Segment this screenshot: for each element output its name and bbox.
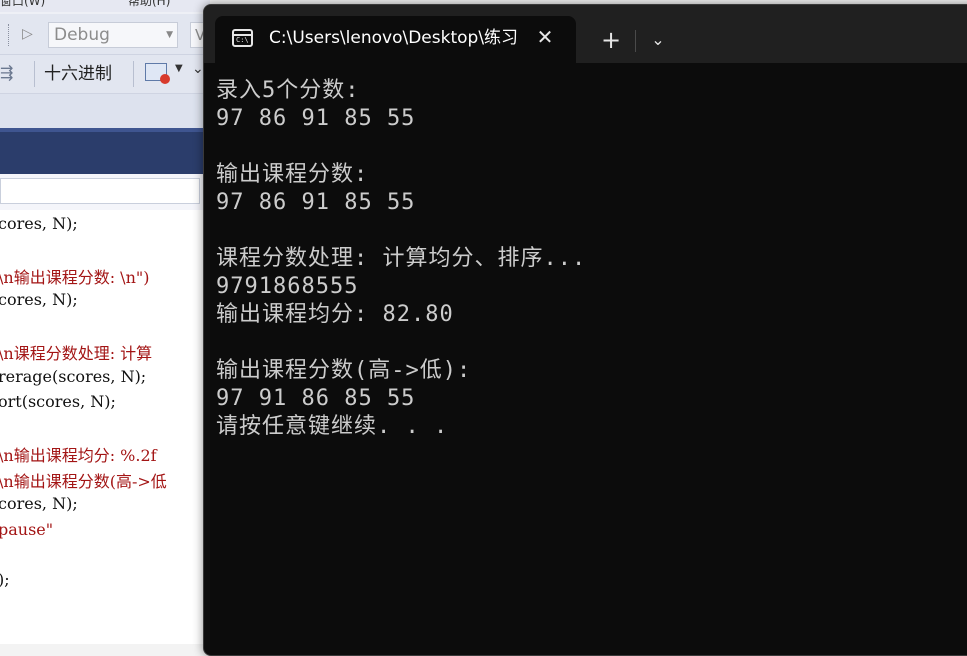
output-line: 输出课程均分: 82.80 <box>216 302 454 327</box>
close-icon[interactable]: ✕ <box>533 25 557 49</box>
code-line: \n输出课程均分: %.2f <box>0 446 157 465</box>
configuration-value: Debug <box>54 25 110 45</box>
ide-menubar: 窗口(W) 帮助(H) <box>0 0 210 12</box>
code-line: cores, N); <box>0 494 78 513</box>
document-tab-well <box>0 128 210 174</box>
ide-toolbar-debug: ⇶ 十六进制 ▼ ⌄ <box>0 55 210 94</box>
tab-well-highlight <box>0 128 210 132</box>
code-line: \n课程分数处理: 计算 <box>0 344 153 363</box>
output-line: 输出课程分数: <box>216 162 369 187</box>
output-line: 录入5个分数: <box>216 78 360 103</box>
code-line: pause" <box>0 520 54 539</box>
output-line: 请按任意键继续. . . <box>216 414 449 439</box>
output-line: 输出课程分数(高->低): <box>216 358 472 383</box>
play-icon[interactable]: ▷ <box>22 26 33 42</box>
member-dropdown[interactable] <box>0 178 200 204</box>
menu-help[interactable]: 帮助(H) <box>128 0 170 9</box>
chevron-down-icon[interactable]: ⌄ <box>644 27 672 55</box>
toolbar-separator <box>34 61 35 87</box>
ide-toolbar-standard: ▷ Debug ▼ V <box>0 14 210 55</box>
call-stack-icon[interactable]: ⇶ <box>0 63 24 83</box>
icon-glyph: C:\ <box>236 36 249 44</box>
output-line: 97 86 91 85 55 <box>216 106 416 131</box>
output-line: 97 86 91 85 55 <box>216 190 416 215</box>
code-line: cores, N); <box>0 290 78 309</box>
output-line: 课程分数处理: 计算均分、排序... <box>216 246 587 271</box>
terminal-titlebar[interactable]: C:\ C:\Users\lenovo\Desktop\练习 ✕ + ⌄ <box>204 5 967 63</box>
code-line: ); <box>0 570 10 589</box>
breakpoint-window-icon[interactable] <box>145 63 170 84</box>
new-tab-button[interactable]: + <box>597 27 625 55</box>
code-line: \n输出课程分数: \n") <box>0 268 150 287</box>
titlebar-divider <box>635 30 636 52</box>
navigation-bar <box>0 174 210 211</box>
menu-window[interactable]: 窗口(W) <box>0 0 45 9</box>
code-line: rerage(scores, N); <box>0 367 147 386</box>
terminal-output[interactable]: 录入5个分数: 97 86 91 85 55 输出课程分数: 97 86 91 … <box>216 77 967 655</box>
output-line: 9791868555 <box>216 274 359 299</box>
terminal-window: C:\ C:\Users\lenovo\Desktop\练习 ✕ + ⌄ 录入5… <box>203 4 967 656</box>
chevron-down-icon: ▼ <box>166 30 173 40</box>
ide-window: 窗口(W) 帮助(H) ▷ Debug ▼ V ⇶ 十六进制 ▼ ⌄ cores… <box>0 0 210 644</box>
ide-toolbar-tray <box>0 94 210 128</box>
terminal-tab[interactable]: C:\ C:\Users\lenovo\Desktop\练习 ✕ <box>215 16 576 63</box>
breakpoint-dot-icon <box>160 74 170 84</box>
chevron-down-icon[interactable]: ▼ <box>175 63 183 74</box>
command-prompt-icon: C:\ <box>232 29 253 47</box>
code-line: \n输出课程分数(高->低 <box>0 472 167 491</box>
output-line: 97 91 86 85 55 <box>216 386 416 411</box>
toolbar-separator <box>133 61 134 87</box>
toolbar-overflow-icon[interactable]: ⌄ <box>192 61 204 77</box>
code-editor[interactable]: cores, N); \n输出课程分数: \n") cores, N); \n课… <box>0 210 210 644</box>
code-line: ort(scores, N); <box>0 392 116 411</box>
solution-configuration-select[interactable]: Debug ▼ <box>48 22 178 48</box>
tab-title: C:\Users\lenovo\Desktop\练习 <box>269 28 519 48</box>
toolbar-grip[interactable] <box>8 24 12 46</box>
hexadecimal-toggle[interactable]: 十六进制 <box>44 61 112 87</box>
code-line: cores, N); <box>0 214 78 233</box>
